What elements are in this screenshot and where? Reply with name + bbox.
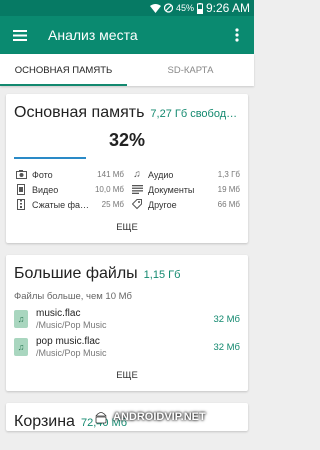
category-label: Видео xyxy=(32,184,59,195)
photo-icon xyxy=(14,170,28,179)
file-row[interactable]: ♫ music.flac /Music/Pop Music 32 Мб xyxy=(6,302,248,330)
tab-internal-storage[interactable]: ОСНОВНАЯ ПАМЯТЬ xyxy=(0,54,127,86)
category-label: Документы xyxy=(148,184,195,195)
battery-icon xyxy=(196,2,203,14)
large-files-title: Большие файлы xyxy=(14,265,138,282)
category-size: 141 Мб xyxy=(97,170,124,179)
audio-file-icon: ♫ xyxy=(14,338,28,356)
storage-more-button[interactable]: ЕЩЕ xyxy=(6,210,248,243)
category-size: 1,3 Гб xyxy=(217,170,240,179)
clock: 9:26 AM xyxy=(205,1,250,15)
category-label: Сжатые фа… xyxy=(32,199,90,210)
content: Основная память 7,27 Гб свобод… 32% Фото… xyxy=(0,86,254,431)
file-row[interactable]: ♫ pop music.flac /Music/Pop Music 32 Мб xyxy=(6,330,248,358)
watermark-text: ANDROIDVIP.NET xyxy=(113,411,206,423)
category-photo[interactable]: Фото 141 Мб xyxy=(14,169,124,180)
file-name: music.flac xyxy=(36,308,81,319)
trash-title: Корзина xyxy=(14,413,75,430)
storage-free: 7,27 Гб свобод… xyxy=(150,108,238,120)
menu-icon[interactable] xyxy=(8,23,32,47)
audio-file-icon: ♫ xyxy=(14,310,28,328)
tab-sd-card[interactable]: SD-КАРТА xyxy=(127,54,254,86)
file-path: /Music/Pop Music xyxy=(36,320,107,330)
category-label: Другое xyxy=(148,199,177,210)
no-sim-icon xyxy=(163,3,173,13)
status-bar: 45% 9:26 AM xyxy=(0,0,254,16)
category-audio[interactable]: ♫ Аудио 1,3 Гб xyxy=(130,169,240,180)
large-files-total: 1,15 Гб xyxy=(143,269,181,281)
app-bar: Анализ места xyxy=(0,16,254,54)
storage-card: Основная память 7,27 Гб свобод… 32% Фото… xyxy=(6,94,248,243)
more-options-icon[interactable] xyxy=(228,23,246,47)
wifi-icon xyxy=(149,3,161,13)
watermark: ANDROIDVIP.NET xyxy=(92,408,206,426)
storage-percent: 32% xyxy=(108,130,146,150)
category-label: Аудио xyxy=(148,169,174,180)
category-documents[interactable]: Документы 19 Мб xyxy=(130,184,240,195)
battery-percent: 45% xyxy=(175,3,194,13)
tab-bar: ОСНОВНАЯ ПАМЯТЬ SD-КАРТА xyxy=(0,54,254,86)
file-size: 32 Мб xyxy=(213,313,240,325)
category-label: Фото xyxy=(32,169,53,180)
category-size: 66 Мб xyxy=(217,200,240,209)
video-icon xyxy=(14,184,28,195)
compressed-icon xyxy=(14,199,28,210)
page-title: Анализ места xyxy=(48,27,138,43)
file-size: 32 Мб xyxy=(213,341,240,353)
category-size: 10,0 Мб xyxy=(94,185,124,194)
category-size: 19 Мб xyxy=(217,185,240,194)
large-files-card: Большие файлы 1,15 Гб Файлы больше, чем … xyxy=(6,255,248,391)
documents-icon xyxy=(130,185,144,194)
file-path: /Music/Pop Music xyxy=(36,348,107,358)
storage-title: Основная память xyxy=(14,104,145,121)
large-files-more-button[interactable]: ЕЩЕ xyxy=(6,358,248,391)
audio-icon: ♫ xyxy=(133,169,141,180)
file-name: pop music.flac xyxy=(36,336,100,347)
other-icon xyxy=(130,199,144,210)
android-logo-icon xyxy=(95,409,107,424)
category-video[interactable]: Видео 10,0 Мб xyxy=(14,184,124,195)
category-size: 25 Мб xyxy=(101,200,124,209)
category-grid: Фото 141 Мб ♫ Аудио 1,3 Гб Видео 10,0 Мб… xyxy=(6,159,248,210)
category-other[interactable]: Другое 66 Мб xyxy=(130,199,240,210)
large-files-note: Файлы больше, чем 10 Мб xyxy=(14,291,132,302)
category-compressed[interactable]: Сжатые фа… 25 Мб xyxy=(14,199,124,210)
